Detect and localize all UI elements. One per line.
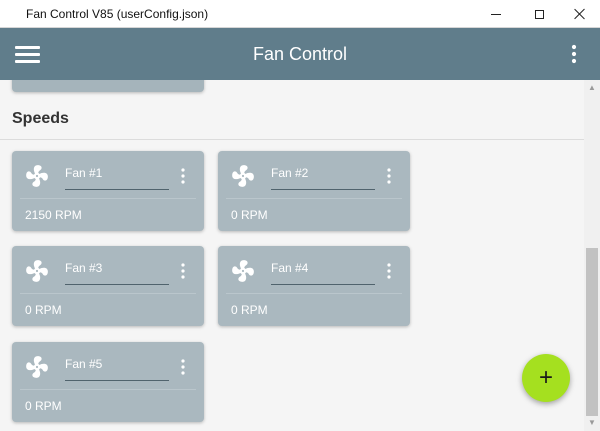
fan-card[interactable]: Fan #2 0 RPM xyxy=(218,151,410,231)
more-vertical-icon[interactable] xyxy=(564,42,584,66)
fan-card[interactable]: Fan #3 0 RPM xyxy=(12,246,204,326)
fan-rpm: 0 RPM xyxy=(25,399,62,413)
hamburger-menu-icon[interactable] xyxy=(15,43,41,65)
card-separator xyxy=(20,293,196,294)
fan-icon xyxy=(232,165,254,187)
fan-name-underline xyxy=(65,189,169,190)
fan-rpm: 0 RPM xyxy=(231,208,268,222)
app-title: Fan Control xyxy=(252,44,348,64)
section-title: Speeds xyxy=(12,110,69,127)
card-more-icon[interactable] xyxy=(178,262,188,280)
fan-rpm: 0 RPM xyxy=(25,303,62,317)
card-more-icon[interactable] xyxy=(178,167,188,185)
minimize-button[interactable] xyxy=(476,0,516,28)
scroll-down-icon[interactable]: ▼ xyxy=(588,418,596,427)
fan-name[interactable]: Fan #3 xyxy=(65,261,102,275)
window-title: Fan Control V85 (userConfig.json) xyxy=(26,7,209,21)
fan-name-underline xyxy=(65,380,169,381)
close-button[interactable] xyxy=(560,0,600,28)
scroll-up-icon[interactable]: ▲ xyxy=(588,83,596,92)
fan-rpm: 0 RPM xyxy=(231,303,268,317)
scrollbar-thumb[interactable] xyxy=(586,248,598,416)
window-titlebar: Fan Control V85 (userConfig.json) xyxy=(0,0,600,28)
card-separator xyxy=(226,293,402,294)
fan-icon xyxy=(26,356,48,378)
plus-icon: + xyxy=(538,364,553,391)
fan-name-underline xyxy=(65,284,169,285)
app-bar: Fan Control xyxy=(0,28,600,80)
fan-icon xyxy=(26,165,48,187)
fan-card[interactable]: Fan #1 2150 RPM xyxy=(12,151,204,231)
card-more-icon[interactable] xyxy=(384,262,394,280)
card-separator xyxy=(20,198,196,199)
section-divider xyxy=(0,139,584,140)
fan-icon xyxy=(232,260,254,282)
maximize-icon xyxy=(534,9,544,19)
add-fan-button[interactable]: + xyxy=(522,354,570,402)
fan-icon xyxy=(26,260,48,282)
fan-name-underline xyxy=(271,189,375,190)
vertical-scrollbar[interactable]: ▲ ▼ xyxy=(584,80,600,431)
fan-card[interactable]: Fan #4 0 RPM xyxy=(218,246,410,326)
fan-name-underline xyxy=(271,284,375,285)
previous-card-edge xyxy=(12,80,204,92)
fan-rpm: 2150 RPM xyxy=(25,208,82,222)
card-separator xyxy=(20,389,196,390)
card-more-icon[interactable] xyxy=(384,167,394,185)
close-icon xyxy=(574,8,586,20)
main-content: Speeds Fan #1 2150 RPM Fan #2 0 RPM Fan … xyxy=(0,80,584,431)
card-more-icon[interactable] xyxy=(178,358,188,376)
card-separator xyxy=(226,198,402,199)
fan-name[interactable]: Fan #1 xyxy=(65,166,102,180)
minimize-icon xyxy=(491,13,501,15)
fan-name[interactable]: Fan #5 xyxy=(65,357,102,371)
maximize-button[interactable] xyxy=(519,0,559,28)
fan-card[interactable]: Fan #5 0 RPM xyxy=(12,342,204,422)
fan-name[interactable]: Fan #4 xyxy=(271,261,308,275)
fan-name[interactable]: Fan #2 xyxy=(271,166,308,180)
